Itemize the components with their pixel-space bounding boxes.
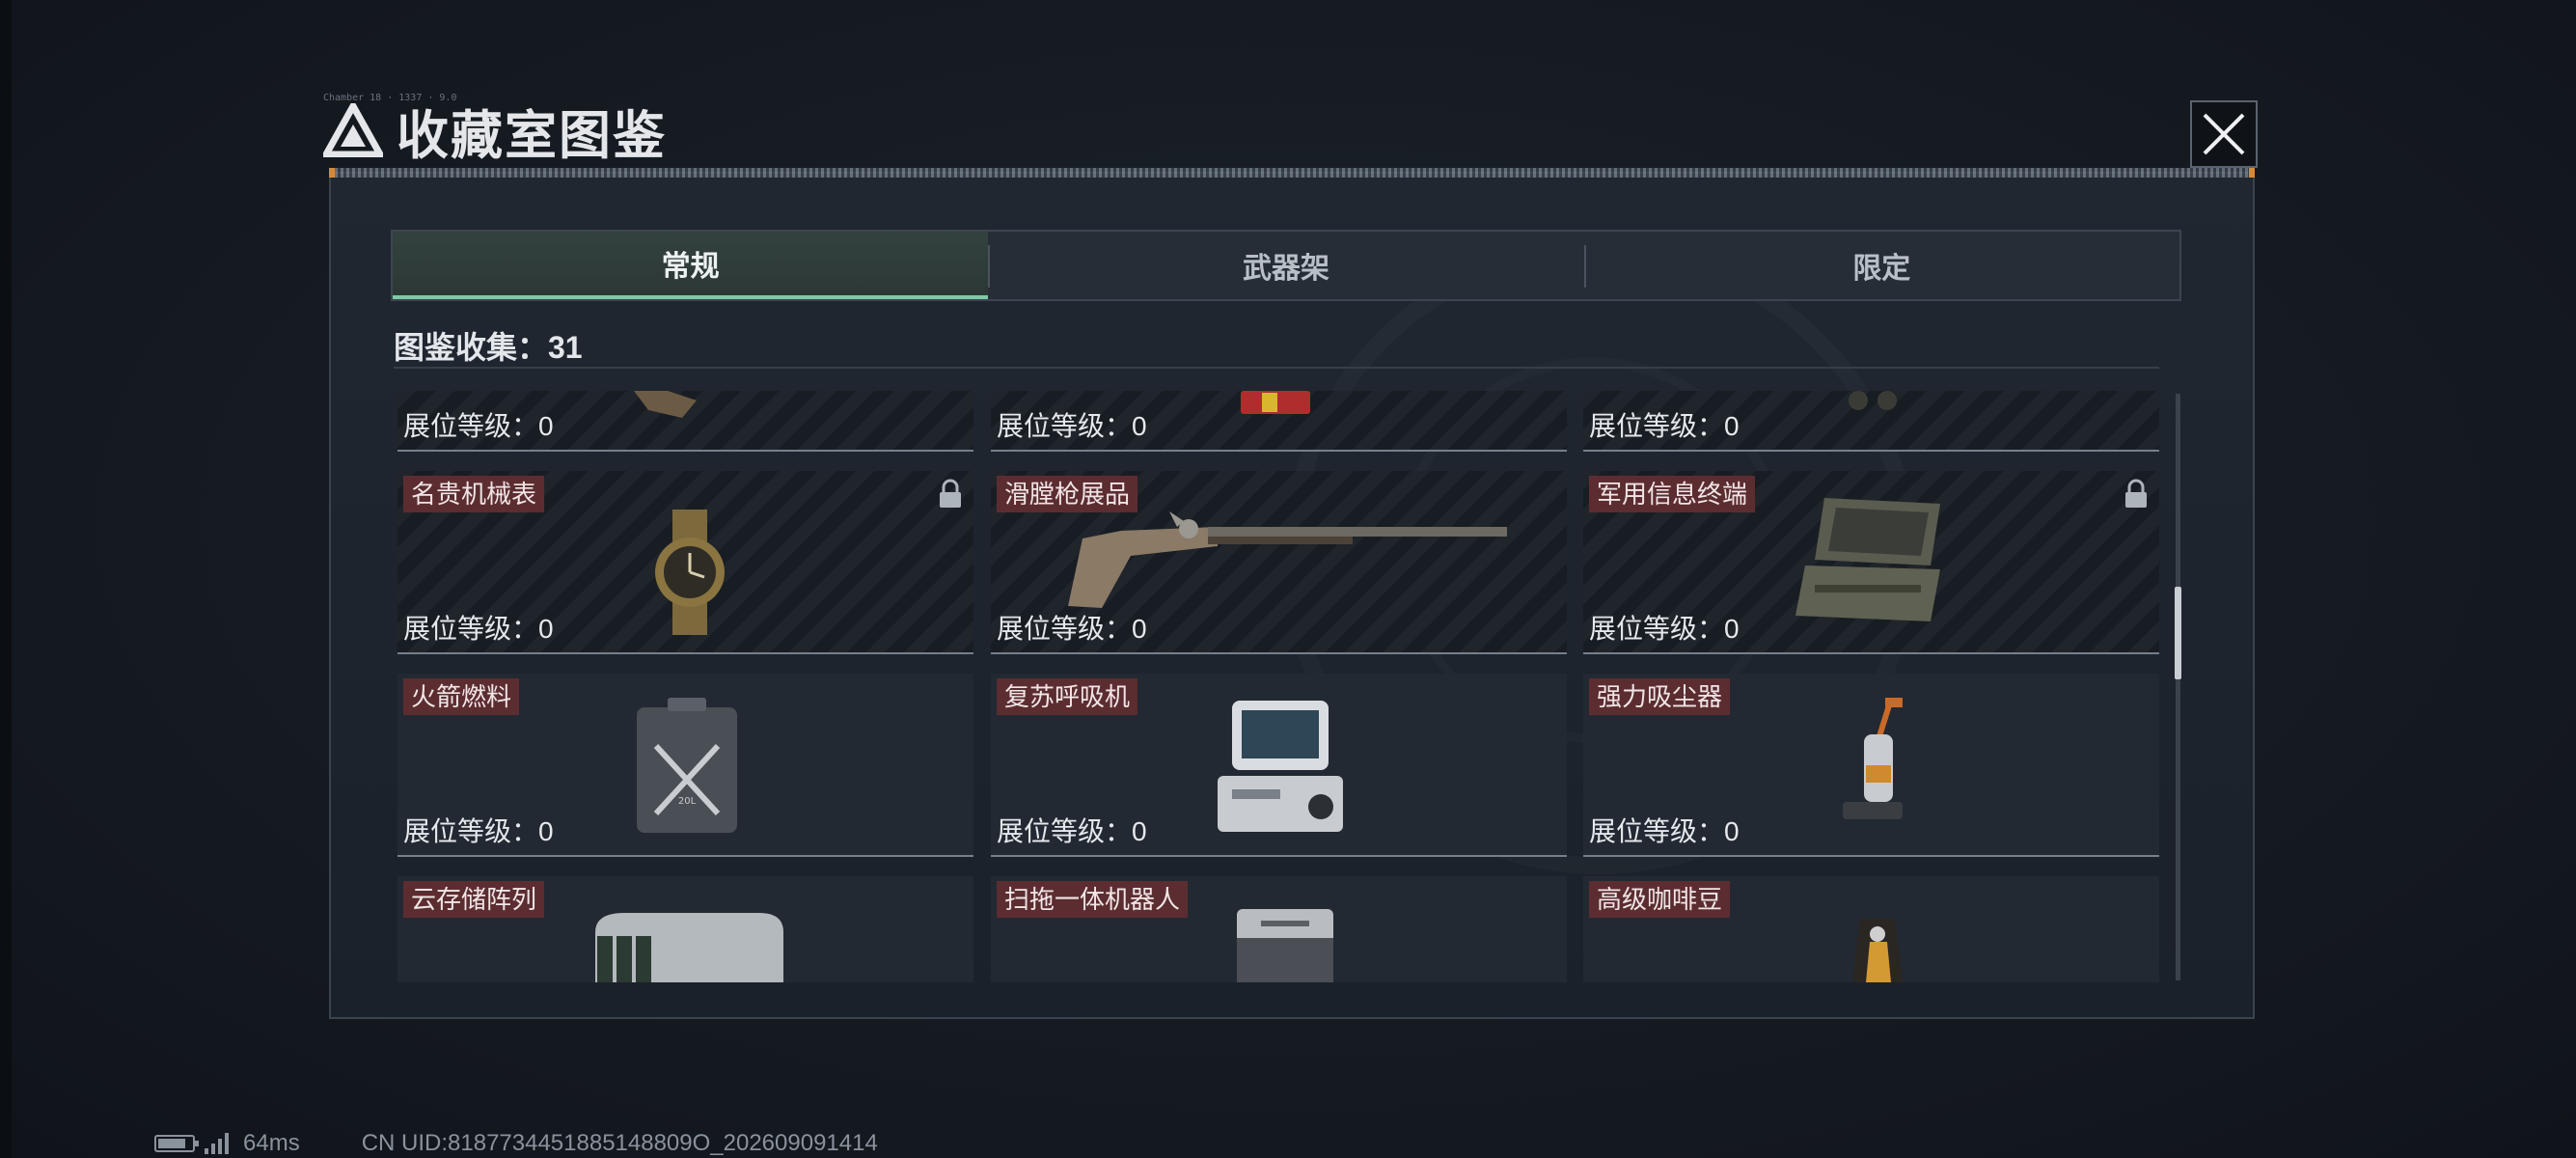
ventilator-icon — [1218, 701, 1343, 832]
item-card[interactable]: 强力吸尘器 展位等级：0 — [1583, 674, 2159, 857]
dialog-top-bar — [329, 168, 2255, 178]
svg-text:20L: 20L — [678, 796, 697, 807]
card-level: 展位等级：0 — [1589, 411, 1740, 441]
status-bar: 64ms CN UID:8187734451885148809O_2026090… — [154, 1129, 878, 1158]
card-name: 强力吸尘器 — [1589, 678, 1731, 715]
item-card[interactable]: 展位等级：0 — [991, 391, 1567, 452]
uid-text: CN UID:8187734451885148809O_202609091414 — [361, 1130, 878, 1156]
partial-item-icon — [1241, 391, 1310, 414]
card-name: 云存储阵列 — [403, 881, 545, 918]
tab-limited[interactable]: 限定 — [1583, 232, 2179, 299]
card-name: 复苏呼吸机 — [997, 678, 1138, 715]
dialog-title: 收藏室图鉴 — [323, 96, 667, 165]
item-card[interactable]: 复苏呼吸机 展位等级：0 — [991, 674, 1567, 857]
item-card[interactable]: 展位等级：0 — [1583, 391, 2159, 452]
card-name: 名贵机械表 — [403, 476, 545, 512]
collection-count: 图鉴收集：31 — [394, 330, 583, 365]
item-grid[interactable]: 展位等级：0 展位等级：0 展位等级：0 名贵机械表 展位等级：0 滑膛枪展品 … — [396, 391, 2161, 982]
item-card[interactable]: 展位等级：0 — [397, 391, 973, 452]
close-icon — [2203, 113, 2245, 155]
scrollbar-thumb[interactable] — [2175, 587, 2181, 679]
card-level: 展位等级：0 — [403, 614, 554, 644]
partial-item-icon — [1849, 391, 1897, 410]
lock-icon — [940, 479, 961, 508]
card-level: 展位等级：0 — [1589, 816, 1740, 846]
card-name: 军用信息终端 — [1589, 476, 1756, 512]
coffee-bag-icon — [1852, 919, 1903, 982]
card-level: 展位等级：0 — [997, 614, 1147, 644]
card-name: 扫拖一体机器人 — [997, 881, 1189, 918]
storage-array-icon — [595, 913, 783, 982]
top-bar-accent-right — [2249, 168, 2255, 178]
card-name: 火箭燃料 — [403, 678, 520, 715]
divider — [394, 367, 2159, 369]
card-level: 展位等级：0 — [1589, 614, 1740, 644]
signal-icon — [205, 1133, 232, 1154]
wristwatch-icon — [655, 510, 725, 635]
ping-text: 64ms — [243, 1130, 300, 1156]
tab-regular[interactable]: 常规 — [393, 232, 989, 299]
screen-edge — [0, 0, 12, 1158]
robot-station-icon — [1237, 909, 1333, 982]
battery-icon — [154, 1135, 199, 1152]
item-card[interactable]: 高级咖啡豆 — [1583, 876, 2159, 982]
card-level: 展位等级：0 — [997, 411, 1147, 441]
card-level: 展位等级：0 — [403, 816, 554, 846]
partial-item-icon — [634, 391, 697, 418]
dialog-title-text: 收藏室图鉴 — [397, 106, 667, 165]
close-button[interactable] — [2190, 100, 2258, 168]
vacuum-cleaner-icon — [1843, 698, 1903, 819]
item-card[interactable]: 扫拖一体机器人 — [991, 876, 1567, 982]
fuel-can-icon: 20L — [637, 698, 737, 833]
category-tabs: 常规 武器架 限定 — [391, 230, 2181, 301]
tab-weapon-rack[interactable]: 武器架 — [988, 232, 1583, 299]
item-card[interactable]: 云存储阵列 — [397, 876, 973, 982]
item-card[interactable]: 军用信息终端 展位等级：0 — [1583, 471, 2159, 654]
rugged-terminal-icon — [1795, 498, 1940, 621]
card-level: 展位等级：0 — [403, 411, 554, 441]
scrollbar-track[interactable] — [2176, 394, 2180, 980]
item-card[interactable]: 名贵机械表 展位等级：0 — [397, 471, 973, 654]
delta-logo-icon — [323, 103, 383, 157]
lock-icon — [2125, 479, 2147, 508]
card-name: 高级咖啡豆 — [1589, 881, 1731, 918]
top-bar-accent-left — [329, 168, 335, 178]
item-card[interactable]: 滑膛枪展品 展位等级：0 — [991, 471, 1567, 654]
item-card[interactable]: 火箭燃料 20L 展位等级：0 — [397, 674, 973, 857]
card-level: 展位等级：0 — [997, 816, 1147, 846]
musket-icon — [1068, 511, 1507, 608]
